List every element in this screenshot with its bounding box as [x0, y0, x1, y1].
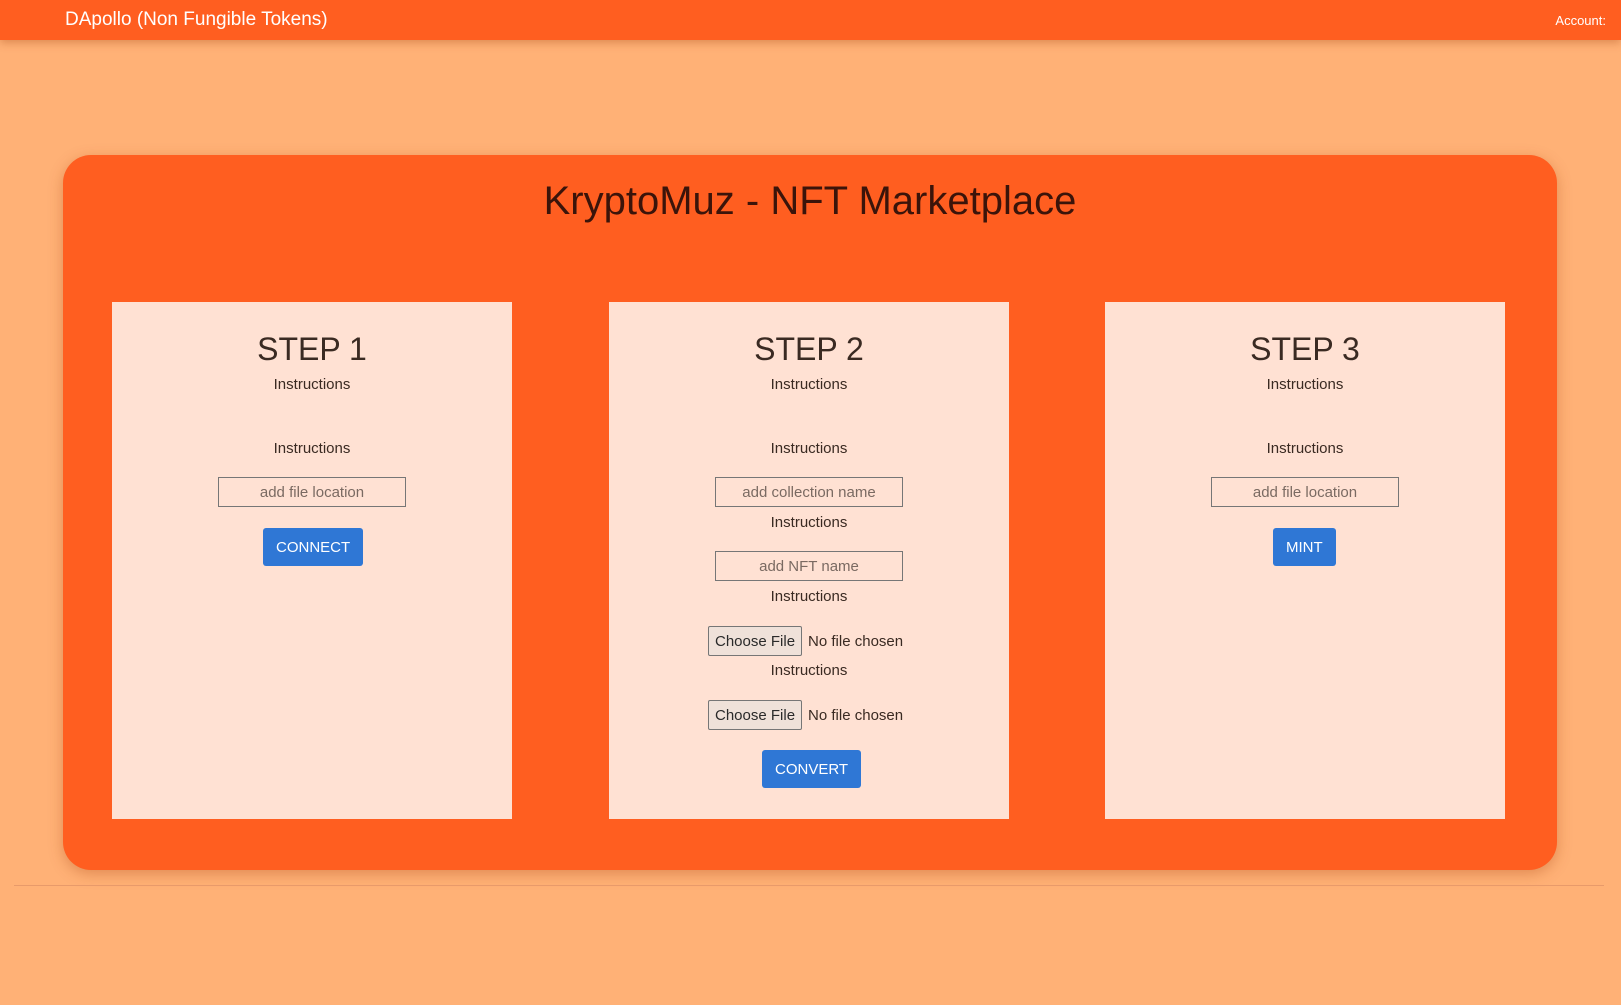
step-1-file-location-input[interactable]: [218, 477, 406, 507]
step-2-instruction-2: Instructions: [770, 440, 848, 457]
step-2-title: STEP 2: [754, 331, 864, 367]
footer-divider: [14, 885, 1604, 886]
marketplace-panel: KryptoMuz - NFT Marketplace STEP 1 Instr…: [63, 155, 1557, 870]
step-3-card: STEP 3 Instructions Instructions MINT: [1105, 302, 1505, 819]
step-2-instruction-4: Instructions: [770, 588, 848, 605]
file-picker-1: Choose File No file chosen: [708, 626, 903, 656]
connect-button[interactable]: CONNECT: [263, 528, 364, 566]
choose-file-button-1[interactable]: Choose File: [708, 626, 803, 656]
step-2-instruction-1: Instructions: [770, 376, 848, 393]
collection-name-input[interactable]: [715, 477, 903, 507]
page-title: KryptoMuz - NFT Marketplace: [543, 179, 1077, 223]
step-3-file-location-input[interactable]: [1211, 477, 1399, 507]
convert-button[interactable]: CONVERT: [762, 750, 862, 788]
file-status-2: No file chosen: [808, 706, 904, 724]
step-1-title: STEP 1: [257, 331, 367, 367]
nft-name-input[interactable]: [715, 551, 903, 581]
account-label: Account:: [1555, 13, 1606, 28]
choose-file-button-2[interactable]: Choose File: [708, 700, 803, 730]
step-2-instruction-3: Instructions: [770, 514, 848, 531]
step-1-instruction-1: Instructions: [273, 376, 351, 393]
step-1-instruction-2: Instructions: [273, 440, 351, 457]
step-3-title: STEP 3: [1250, 331, 1360, 367]
step-2-instruction-5: Instructions: [770, 662, 848, 679]
step-1-card: STEP 1 Instructions Instructions CONNECT: [112, 302, 512, 819]
file-picker-2: Choose File No file chosen: [708, 700, 903, 730]
step-3-instruction-2: Instructions: [1266, 440, 1344, 457]
brand-title[interactable]: DApollo (Non Fungible Tokens): [65, 9, 328, 31]
mint-button[interactable]: MINT: [1273, 528, 1336, 566]
step-2-card: STEP 2 Instructions Instructions Instruc…: [609, 302, 1009, 819]
top-navbar: DApollo (Non Fungible Tokens) Account:: [0, 0, 1621, 40]
step-3-instruction-1: Instructions: [1266, 376, 1344, 393]
file-status-1: No file chosen: [808, 632, 904, 650]
